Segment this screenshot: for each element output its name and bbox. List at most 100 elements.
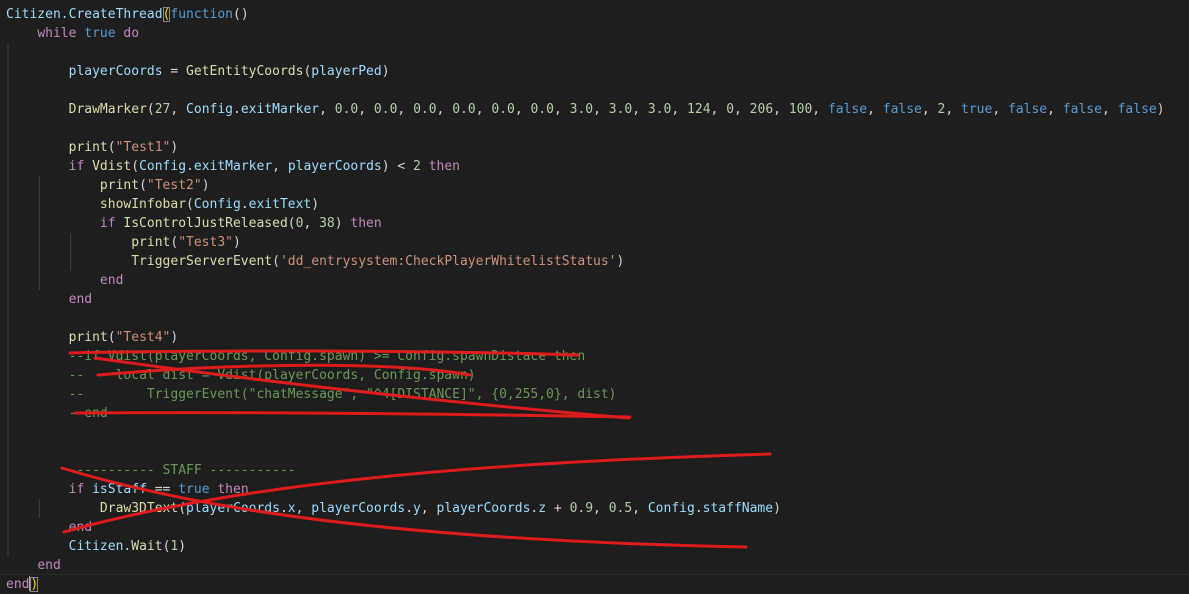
code-token: "Test2"	[146, 178, 202, 193]
code-line[interactable]: print("Test1")	[0, 138, 1189, 157]
code-line[interactable]	[0, 309, 1189, 328]
code-token: false	[1062, 102, 1102, 117]
code-token: print	[99, 178, 140, 193]
code-line[interactable]: print("Test3")	[0, 233, 1189, 252]
code-token: ,	[358, 102, 374, 117]
code-line[interactable]	[0, 81, 1189, 100]
code-token: end	[68, 292, 93, 307]
code-line[interactable]: Citizen.CreateThread(function()	[0, 5, 1189, 24]
code-token: TriggerServerEvent	[131, 254, 273, 269]
code-token: ,	[945, 102, 962, 117]
code-token: .	[186, 159, 194, 174]
code-token: ,	[170, 102, 187, 117]
code-token: Citizen	[68, 539, 124, 554]
code-token: ,	[1047, 102, 1063, 117]
code-line[interactable]: playerCoords = GetEntityCoords(playerPed…	[0, 62, 1189, 81]
code-token: )	[773, 501, 781, 516]
code-token: Config	[647, 501, 695, 516]
code-editor[interactable]: Citizen.CreateThread(function() while tr…	[0, 0, 1189, 594]
code-line[interactable]: end	[0, 556, 1189, 575]
code-token: ,	[921, 102, 938, 117]
code-token: z	[538, 501, 547, 516]
code-line[interactable]: Citizen.Wait(1)	[0, 537, 1189, 556]
code-token: IsControlJustReleased	[123, 216, 288, 231]
code-token: ,	[671, 102, 688, 117]
code-area[interactable]: Citizen.CreateThread(function() while tr…	[0, 5, 1189, 594]
code-line[interactable]: ----------- STAFF -----------	[0, 461, 1189, 480]
code-line[interactable]: -- TriggerEvent("chatMessage", "^4[DISTA…	[0, 385, 1189, 404]
code-token: ,	[710, 102, 727, 117]
code-token: 124	[687, 102, 711, 117]
code-token: playerCoords	[287, 159, 382, 174]
code-token: -- TriggerEvent("chatMessage", "^4[DISTA…	[68, 387, 617, 402]
code-token: 100	[788, 102, 813, 117]
code-line[interactable]: TriggerServerEvent('dd_entrysystem:Check…	[0, 252, 1189, 271]
code-token: )	[616, 254, 625, 269]
code-token: end	[37, 558, 61, 573]
code-token: 2	[413, 159, 421, 174]
code-token: false	[1117, 102, 1157, 117]
code-token: )	[201, 178, 210, 193]
code-token: )	[1156, 102, 1165, 117]
code-token: )	[334, 216, 351, 231]
code-token: GetEntityCoords	[186, 64, 304, 79]
code-token: true	[84, 26, 116, 41]
code-token: ,	[475, 102, 492, 117]
code-token: end	[68, 520, 93, 535]
code-token: .	[694, 501, 703, 516]
code-line[interactable]	[0, 119, 1189, 138]
code-line[interactable]: if Vdist(Config.exitMarker, playerCoords…	[0, 157, 1189, 176]
code-token: ,	[319, 102, 335, 117]
code-token: )	[170, 330, 179, 345]
code-token: )	[30, 577, 39, 592]
code-token: while	[37, 26, 77, 41]
code-token: )	[233, 235, 241, 250]
code-line[interactable]	[0, 43, 1189, 62]
code-token: ==	[146, 482, 179, 497]
code-token: ,	[593, 102, 609, 117]
code-token: ,	[397, 102, 414, 117]
code-line[interactable]: if isStaff == true then	[0, 480, 1189, 499]
code-line[interactable]	[0, 423, 1189, 442]
code-line[interactable]: while true do	[0, 24, 1189, 43]
code-token: 0.0	[530, 102, 554, 117]
code-token: if	[99, 216, 116, 231]
code-token: playerCoords	[311, 501, 406, 516]
code-token: ,	[867, 102, 883, 117]
code-line[interactable]: DrawMarker(27, Config.exitMarker, 0.0, 0…	[0, 100, 1189, 119]
code-line[interactable]: --if Vdist(playerCoords, Config.spawn) >…	[0, 347, 1189, 366]
code-token: ,	[593, 501, 609, 516]
code-token: ,	[632, 501, 648, 516]
code-token: +	[546, 501, 570, 516]
code-token: ,	[773, 102, 789, 117]
code-token: (	[146, 102, 155, 117]
code-token: ,	[295, 501, 312, 516]
code-line[interactable]: --end	[0, 404, 1189, 423]
code-token: 206	[749, 102, 774, 117]
code-line[interactable]: print("Test2")	[0, 176, 1189, 195]
code-line[interactable]: end)	[0, 574, 1189, 594]
code-token: Citizen.CreateThread	[6, 7, 163, 22]
code-line[interactable]	[0, 442, 1189, 461]
code-line[interactable]: if IsControlJustReleased(0, 38) then	[0, 214, 1189, 233]
code-token: staffName	[702, 501, 774, 516]
code-line[interactable]: print("Test4")	[0, 328, 1189, 347]
code-line[interactable]: end	[0, 271, 1189, 290]
code-line[interactable]: end	[0, 518, 1189, 537]
code-token: 0.5	[608, 501, 633, 516]
code-token: 0.0	[452, 102, 476, 117]
code-line[interactable]: end	[0, 290, 1189, 309]
code-line[interactable]: showInfobar(Config.exitText)	[0, 195, 1189, 214]
code-line[interactable]: -- local dist = Vdist(playerCoords, Conf…	[0, 366, 1189, 385]
code-token: showInfobar	[99, 197, 187, 212]
code-token: 3.0	[569, 102, 594, 117]
code-line[interactable]: Draw3DText(playerCoords.x, playerCoords.…	[0, 499, 1189, 518]
code-token: ,	[436, 102, 453, 117]
code-token: (	[178, 501, 187, 516]
code-token: true	[961, 102, 993, 117]
code-token: (	[139, 178, 147, 193]
code-token: ,	[514, 102, 531, 117]
code-token: print	[68, 140, 108, 155]
